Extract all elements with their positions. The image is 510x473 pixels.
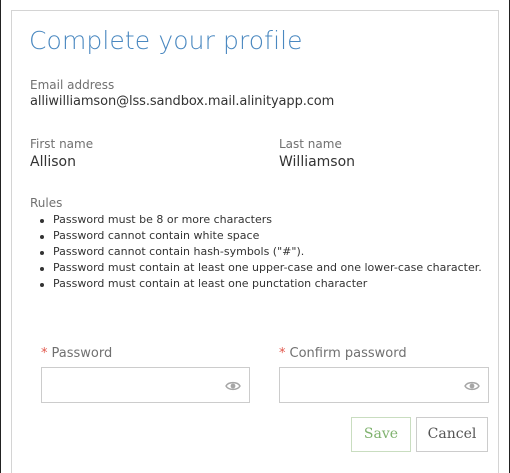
confirm-password-field-box: [279, 367, 489, 403]
rule-item: Password cannot contain hash-symbols ("#…: [32, 244, 482, 260]
required-marker: *: [41, 346, 48, 361]
rule-item: Password must contain at least one upper…: [32, 260, 482, 276]
confirm-password-input[interactable]: [280, 368, 488, 402]
dialog-title: Complete your profile: [29, 26, 303, 55]
password-input[interactable]: [42, 368, 249, 402]
email-value: alliwilliamson@lss.sandbox.mail.alinitya…: [30, 94, 335, 109]
rule-item: Password must be 8 or more characters: [32, 212, 482, 228]
cancel-button[interactable]: Cancel: [416, 417, 488, 452]
window-frame: Complete your profile Email address alli…: [0, 0, 510, 473]
password-label: * Password: [41, 346, 112, 361]
rule-item: Password cannot contain white space: [32, 228, 482, 244]
password-field-box: [41, 367, 250, 403]
required-marker: *: [279, 346, 286, 361]
first-name-value: Allison: [30, 154, 76, 170]
save-button[interactable]: Save: [351, 417, 411, 452]
eye-icon[interactable]: [464, 379, 480, 393]
email-label: Email address: [30, 78, 115, 92]
password-label-text: Password: [51, 346, 113, 361]
confirm-password-label-text: Confirm password: [289, 346, 407, 361]
confirm-password-label: * Confirm password: [279, 346, 407, 361]
password-rules-list: Password must be 8 or more characters Pa…: [32, 212, 482, 292]
last-name-value: Williamson: [279, 154, 356, 170]
first-name-label: First name: [30, 137, 94, 151]
rules-label: Rules: [30, 196, 63, 210]
rule-item: Password must contain at least one punct…: [32, 276, 482, 292]
eye-icon[interactable]: [225, 379, 241, 393]
last-name-label: Last name: [279, 137, 342, 151]
